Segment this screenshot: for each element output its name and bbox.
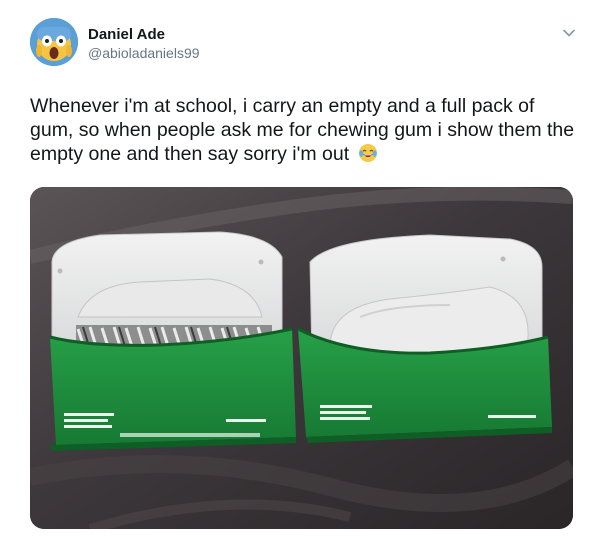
gum-packs-photo (30, 187, 573, 529)
avatar[interactable] (30, 18, 78, 66)
full-gum-pack (49, 231, 296, 451)
user-names: Daniel Ade @abioladaniels99 (88, 25, 200, 62)
display-name[interactable]: Daniel Ade (88, 25, 200, 44)
tweet-card: Daniel Ade @abioladaniels99 Whenever i'm… (0, 0, 600, 553)
tweet-text: Whenever i'm at school, i carry an empty… (30, 94, 575, 166)
tweet-body: Whenever i'm at school, i carry an empty… (30, 95, 575, 165)
empty-gum-pack (297, 234, 552, 443)
user-handle[interactable]: @abioladaniels99 (88, 44, 200, 62)
screaming-face-avatar-icon (30, 18, 78, 66)
tweet-header: Daniel Ade @abioladaniels99 (30, 18, 570, 74)
tweet-photo[interactable] (30, 187, 573, 529)
chevron-down-icon[interactable] (562, 26, 576, 40)
face-with-tears-of-joy-icon (358, 144, 377, 162)
